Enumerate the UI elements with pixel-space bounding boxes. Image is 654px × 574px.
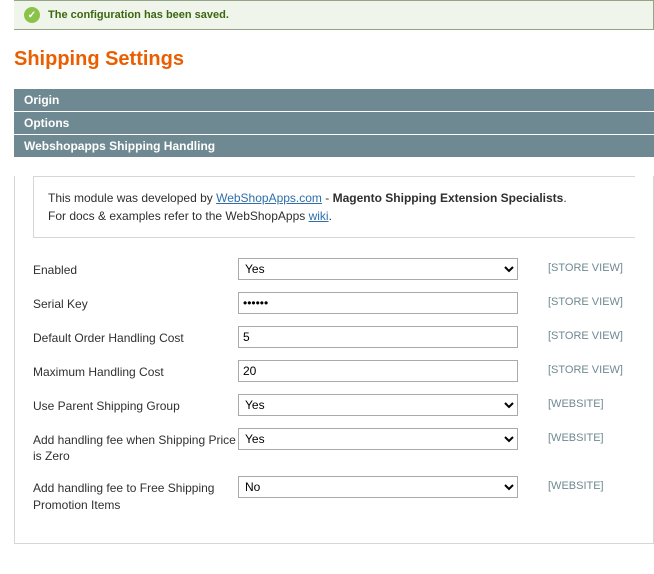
label-fee-free-promo: Add handling fee to Free Shipping Promot…	[33, 476, 238, 512]
label-enabled: Enabled	[33, 258, 238, 278]
success-message: ✓ The configuration has been saved.	[14, 0, 654, 30]
section-origin-label: Origin	[24, 93, 59, 107]
enabled-select[interactable]: Yes	[238, 258, 518, 280]
success-check-icon: ✓	[24, 7, 40, 23]
section-wsa-header[interactable]: Webshopapps Shipping Handling	[14, 135, 654, 158]
webshopapps-link[interactable]: WebShopApps.com	[216, 191, 322, 205]
row-use-parent: Use Parent Shipping Group Yes [WEBSITE]	[33, 394, 635, 416]
info-mid: -	[325, 191, 332, 205]
row-enabled: Enabled Yes [STORE VIEW]	[33, 258, 635, 280]
success-message-text: The configuration has been saved.	[48, 9, 229, 21]
row-serial-key: Serial Key [STORE VIEW]	[33, 292, 635, 314]
section-options-label: Options	[24, 116, 69, 130]
form-list: Enabled Yes [STORE VIEW] Serial Key [STO…	[15, 258, 653, 513]
info-bold: Magento Shipping Extension Specialists	[333, 191, 564, 205]
info-suffix2: .	[329, 209, 332, 223]
scope-serial-key: [STORE VIEW]	[548, 292, 623, 308]
scope-max-handling: [STORE VIEW]	[548, 360, 623, 376]
use-parent-select[interactable]: Yes	[238, 394, 518, 416]
label-default-handling: Default Order Handling Cost	[33, 326, 238, 346]
module-info-box: This module was developed by WebShopApps…	[33, 176, 635, 238]
section-wsa-body: This module was developed by WebShopApps…	[14, 176, 654, 544]
row-fee-free-promo: Add handling fee to Free Shipping Promot…	[33, 476, 635, 512]
label-fee-zero: Add handling fee when Shipping Price is …	[33, 428, 238, 464]
info-line2a: For docs & examples refer to the WebShop…	[48, 209, 309, 223]
label-max-handling: Maximum Handling Cost	[33, 360, 238, 380]
info-suffix1: .	[563, 191, 566, 205]
row-fee-zero: Add handling fee when Shipping Price is …	[33, 428, 635, 464]
info-prefix: This module was developed by	[48, 191, 216, 205]
scope-use-parent: [WEBSITE]	[548, 394, 604, 410]
row-max-handling: Maximum Handling Cost [STORE VIEW]	[33, 360, 635, 382]
serial-key-input[interactable]	[238, 292, 518, 314]
label-serial-key: Serial Key	[33, 292, 238, 312]
section-options-header[interactable]: Options	[14, 112, 654, 135]
fee-zero-select[interactable]: Yes	[238, 428, 518, 450]
fee-free-promo-select[interactable]: No	[238, 476, 518, 498]
section-wsa-label: Webshopapps Shipping Handling	[24, 139, 215, 153]
page-title: Shipping Settings	[14, 48, 654, 71]
row-default-handling: Default Order Handling Cost [STORE VIEW]	[33, 326, 635, 348]
section-origin-header[interactable]: Origin	[14, 89, 654, 112]
max-handling-input[interactable]	[238, 360, 518, 382]
scope-fee-free-promo: [WEBSITE]	[548, 476, 604, 492]
scope-default-handling: [STORE VIEW]	[548, 326, 623, 342]
wiki-link[interactable]: wiki	[309, 209, 329, 223]
label-use-parent: Use Parent Shipping Group	[33, 394, 238, 414]
default-handling-input[interactable]	[238, 326, 518, 348]
scope-enabled: [STORE VIEW]	[548, 258, 623, 274]
scope-fee-zero: [WEBSITE]	[548, 428, 604, 444]
